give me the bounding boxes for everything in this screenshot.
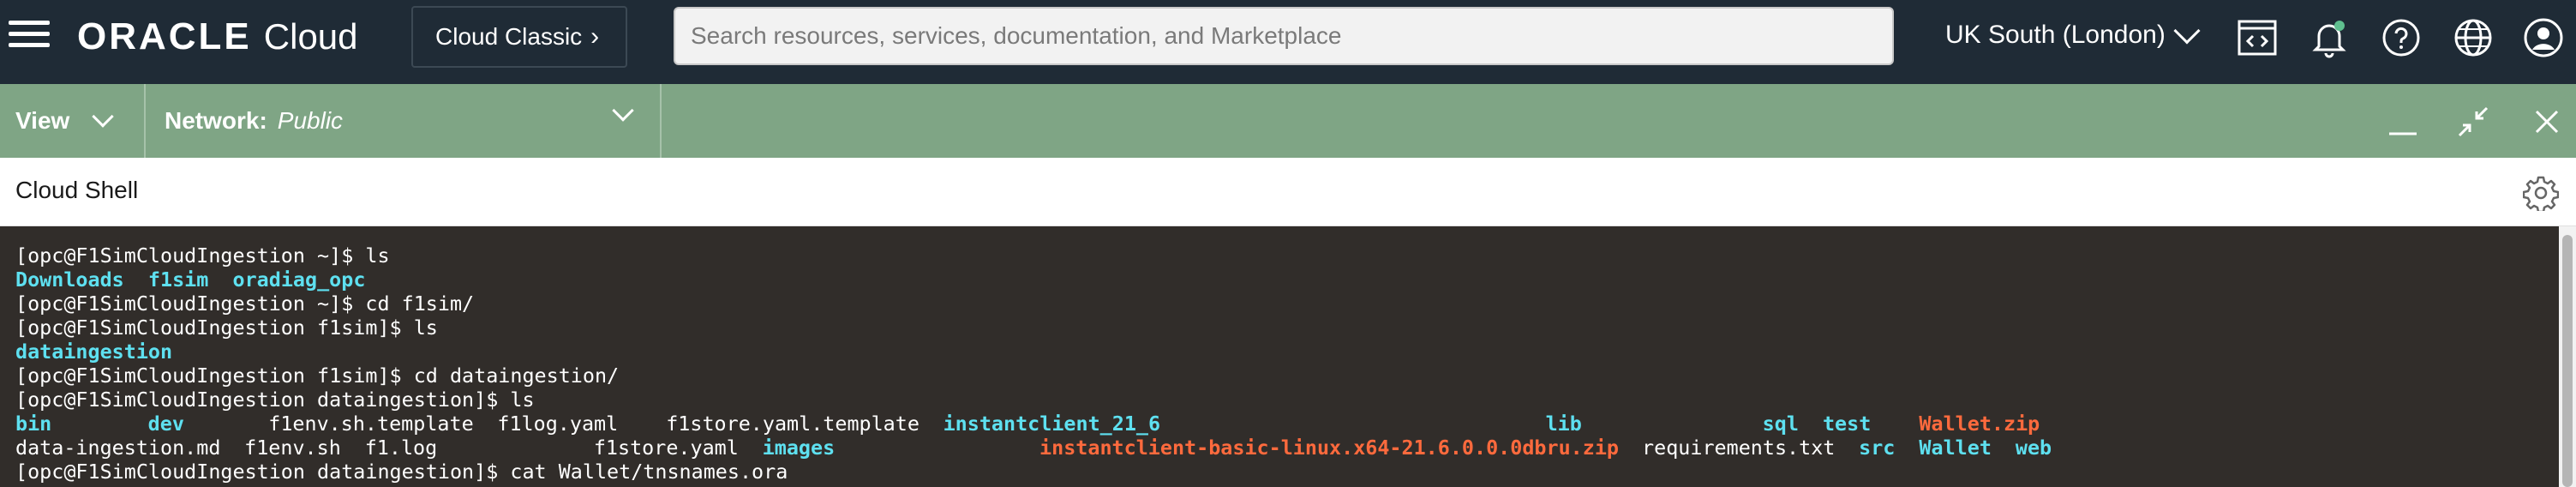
help-icon[interactable] (2379, 15, 2423, 60)
directory-entry: dev (147, 412, 184, 436)
network-label: Network: (165, 107, 267, 134)
file-entry: requirements.txt (1642, 436, 1836, 460)
terminal-line: [opc@F1SimCloudIngestion f1sim]$ cd data… (15, 364, 620, 388)
directory-entry: dataingestion (15, 340, 173, 364)
panel-title-bar: Cloud Shell (0, 158, 2576, 226)
archive-entry: instantclient-basic-linux.x64-21.6.0.0.0… (1039, 436, 1619, 460)
brand-cloud: Cloud (263, 16, 358, 57)
network-value: Public (277, 107, 344, 134)
cloud-shell-icon[interactable] (2235, 15, 2279, 60)
network-selector[interactable]: Network: Public (147, 84, 662, 158)
view-label: View (15, 107, 70, 134)
directory-entry: sql (1762, 412, 1799, 436)
gear-icon[interactable] (2522, 175, 2560, 213)
restore-icon[interactable] (2453, 101, 2494, 142)
region-label: UK South (London) (1945, 21, 2166, 49)
chevron-down-icon (2173, 17, 2201, 45)
file-entry: f1store.yaml.template (666, 412, 920, 436)
notifications-bell-icon[interactable] (2307, 15, 2351, 60)
oracle-cloud-logo[interactable]: ORACLE Cloud (77, 15, 358, 58)
directory-entry: lib (1545, 412, 1582, 436)
chevron-right-icon: › (590, 22, 600, 51)
view-menu[interactable]: View (0, 84, 146, 158)
search-placeholder: Search resources, services, documentatio… (691, 22, 1342, 49)
file-entry: f1store.yaml (593, 436, 739, 460)
directory-entry: src (1859, 436, 1896, 460)
terminal-line: data-ingestion.md f1env.sh f1.log f1store.y… (15, 436, 2559, 460)
brand-oracle: ORACLE (77, 15, 252, 57)
terminal-line: bin dev f1env.sh.template f1log.yaml f1store… (15, 412, 2559, 436)
file-entry: f1env.sh.template (268, 412, 474, 436)
directory-entry: bin (15, 412, 52, 436)
chevron-down-icon (92, 105, 115, 128)
panel-title: Cloud Shell (15, 177, 139, 203)
directory-entry: oradiag_opc (232, 268, 366, 292)
close-icon[interactable] (2526, 101, 2567, 142)
cloud-classic-label: Cloud Classic (435, 23, 583, 50)
cloud-classic-button[interactable]: Cloud Classic › (411, 6, 627, 68)
archive-entry: Wallet.zip (1919, 412, 2040, 436)
directory-entry: test (1822, 412, 1872, 436)
chevron-down-icon (612, 99, 634, 122)
terminal-line: [opc@F1SimCloudIngestion f1sim]$ ls (15, 316, 438, 340)
minimize-icon[interactable] (2382, 101, 2423, 142)
search-input[interactable]: Search resources, services, documentatio… (674, 7, 1894, 65)
directory-entry: f1sim (147, 268, 209, 292)
terminal-line: [opc@F1SimCloudIngestion ~]$ cd f1sim/ (15, 292, 475, 316)
directory-entry: web (2015, 436, 2052, 460)
file-entry: data-ingestion.md (15, 436, 221, 460)
directory-entry: Wallet (1919, 436, 1992, 460)
region-selector[interactable]: UK South (London) (1945, 15, 2201, 55)
file-entry: f1.log (364, 436, 438, 460)
top-navigation-bar: ORACLE Cloud Cloud Classic › Search reso… (0, 0, 2576, 84)
hamburger-menu-icon[interactable] (9, 21, 51, 51)
cloud-shell-toolbar: View Network: Public (0, 84, 2576, 158)
terminal-line: [opc@F1SimCloudIngestion ~]$ ls (15, 244, 390, 268)
directory-entry: Downloads (15, 268, 124, 292)
terminal-line: dataingestion (15, 340, 2559, 364)
scrollbar-thumb[interactable] (2562, 235, 2573, 487)
terminal-line: [opc@F1SimCloudIngestion dataingestion]$… (15, 388, 535, 412)
language-globe-icon[interactable] (2451, 15, 2495, 60)
terminal-line: Downloads f1sim oradiag_opc (15, 268, 2559, 292)
terminal-scrollbar[interactable] (2559, 226, 2576, 487)
file-entry: f1env.sh (244, 436, 341, 460)
directory-entry: images (762, 436, 836, 460)
file-entry: f1log.yaml (497, 412, 619, 436)
terminal-output[interactable]: [opc@F1SimCloudIngestion ~]$ ls Downloads… (0, 226, 2559, 487)
user-profile-icon[interactable] (2521, 15, 2566, 60)
directory-entry: instantclient_21_6 (943, 412, 1161, 436)
terminal-line: [opc@F1SimCloudIngestion dataingestion]$… (15, 460, 788, 484)
